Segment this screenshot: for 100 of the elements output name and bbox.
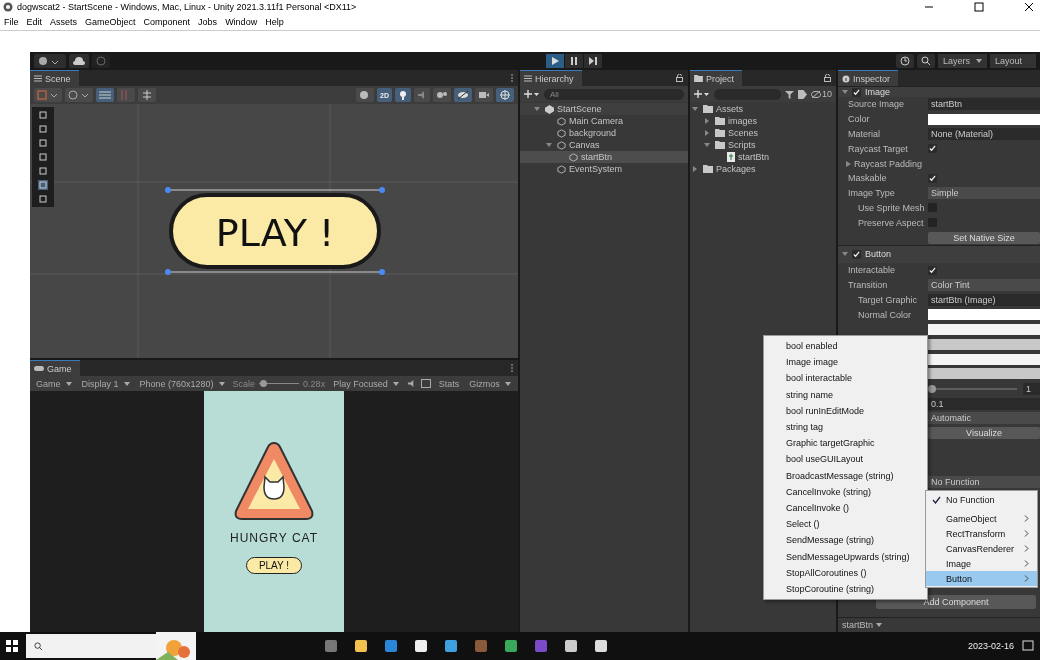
menu-item[interactable]: bool runInEditMode — [764, 402, 927, 419]
color-field[interactable] — [928, 113, 1040, 125]
hierarchy-tab[interactable]: Hierarchy — [520, 70, 582, 86]
menu-item[interactable]: Select () — [764, 516, 927, 533]
component-checkbox[interactable] — [852, 87, 861, 97]
menu-item[interactable]: Button — [926, 571, 1037, 586]
toolbar-dropdown[interactable]: Gizmos — [467, 378, 513, 389]
checkbox[interactable] — [928, 144, 937, 154]
object-field[interactable]: startBtn (Image) — [928, 293, 1040, 306]
add-button[interactable] — [694, 90, 710, 98]
checkbox[interactable] — [928, 265, 937, 275]
menu-item[interactable]: bool interactable — [764, 370, 927, 387]
tree-item[interactable]: Scripts — [728, 140, 836, 150]
tree-item[interactable]: Scenes — [728, 128, 836, 138]
frame-icon[interactable] — [420, 379, 431, 388]
expand-arrow-icon[interactable] — [546, 142, 552, 148]
toolbar-dropdown[interactable]: Game — [34, 378, 74, 389]
tree-item[interactable]: Assets — [716, 104, 836, 114]
slider-handle[interactable] — [928, 384, 936, 393]
gizmo-dropdown[interactable] — [65, 88, 93, 102]
color-field[interactable] — [928, 368, 1040, 380]
account-button[interactable] — [34, 54, 66, 68]
selection-handle[interactable] — [379, 187, 385, 193]
menu-item[interactable]: SendMessage (string) — [764, 532, 927, 549]
menu-item[interactable]: RectTransform — [926, 526, 1037, 541]
menu-item[interactable]: CanvasRenderer — [926, 541, 1037, 556]
number-field[interactable]: 0.1 — [928, 397, 1040, 410]
function-dropdown[interactable]: No Function — [928, 475, 1040, 488]
cloud-button[interactable] — [69, 54, 89, 68]
game-tab[interactable]: Game — [30, 360, 80, 376]
play-button[interactable]: PLAY ! — [245, 557, 303, 574]
dropdown[interactable]: Automatic — [928, 412, 1040, 425]
menu-item[interactable]: StopAllCoroutines () — [764, 564, 927, 581]
menu-item[interactable]: Edit — [26, 17, 43, 27]
taskbar-app-icon[interactable] — [414, 639, 428, 653]
taskbar-app-icon[interactable] — [594, 639, 608, 653]
expand-arrow-icon[interactable] — [704, 118, 710, 124]
foldout-label[interactable]: Raycast Padding — [838, 158, 923, 169]
audio-button[interactable] — [414, 88, 430, 102]
menu-item[interactable]: Jobs — [198, 17, 218, 27]
tree-item[interactable]: background — [569, 128, 688, 138]
add-button[interactable] — [524, 90, 540, 98]
inspector-tab[interactable]: Inspector — [838, 70, 899, 86]
selection-handle[interactable] — [379, 269, 385, 275]
menu-item[interactable]: No Function — [926, 492, 1037, 507]
toolbar-button[interactable]: Stats — [436, 378, 462, 389]
tree-item[interactable]: EventSystem — [569, 164, 688, 174]
expand-arrow-icon[interactable] — [704, 130, 710, 136]
selection-handle[interactable] — [165, 269, 171, 275]
menu-item[interactable]: GameObject — [926, 511, 1037, 526]
dropdown[interactable]: Color Tint — [928, 279, 1040, 292]
menu-item[interactable]: File — [4, 17, 19, 27]
close-icon[interactable] — [1024, 2, 1034, 12]
notification-icon[interactable] — [1022, 640, 1034, 652]
lock-icon[interactable] — [824, 74, 831, 82]
taskbar-app-icon[interactable] — [444, 639, 458, 653]
expand-arrow-icon[interactable] — [842, 89, 848, 95]
menu-item[interactable]: Image — [926, 556, 1037, 571]
scene-tab[interactable]: Scene — [30, 70, 79, 86]
windows-start-icon[interactable] — [6, 640, 18, 652]
menu-item[interactable]: BroadcastMessage (string) — [764, 467, 927, 484]
preview-title[interactable]: startBtn — [842, 620, 882, 630]
effects-button[interactable] — [433, 88, 451, 102]
pause-button[interactable] — [565, 54, 583, 68]
history-button[interactable] — [896, 54, 914, 68]
lock-icon[interactable] — [676, 74, 683, 82]
expand-arrow-icon[interactable] — [704, 142, 710, 148]
lighting-button[interactable] — [395, 88, 411, 102]
toolbar-dropdown[interactable]: Phone (760x1280) — [137, 378, 227, 389]
menu-item[interactable]: Graphic targetGraphic — [764, 435, 927, 452]
search-field[interactable]: All — [544, 88, 684, 100]
component-title[interactable]: Image — [865, 87, 890, 97]
component-title[interactable]: Button — [865, 249, 892, 260]
taskbar-search-field[interactable] — [26, 634, 156, 658]
camera-button[interactable] — [475, 88, 493, 102]
taskbar-app-icon[interactable] — [504, 639, 518, 653]
maximize-icon[interactable] — [974, 2, 984, 12]
menu-item[interactable]: string name — [764, 386, 927, 403]
tree-item[interactable]: Packages — [716, 164, 836, 174]
menu-item[interactable]: CancelInvoke (string) — [764, 483, 927, 500]
object-field[interactable]: startBtn — [928, 98, 1040, 111]
taskbar-app-icon[interactable] — [564, 639, 578, 653]
expand-arrow-icon[interactable] — [692, 106, 698, 112]
checkbox[interactable] — [928, 173, 937, 183]
component-checkbox[interactable] — [852, 249, 861, 259]
speaker-icon[interactable] — [406, 379, 416, 388]
shading-dropdown[interactable] — [356, 88, 375, 102]
toolbar-dropdown[interactable]: Play Focused — [331, 378, 401, 389]
menu-item[interactable]: SendMessageUpwards (string) — [764, 548, 927, 565]
expand-arrow-icon[interactable] — [534, 106, 540, 112]
menu-item[interactable]: Image image — [764, 354, 927, 371]
tree-item[interactable]: Canvas — [569, 140, 688, 150]
inspector-button[interactable]: Set Native Size — [928, 231, 1040, 244]
layers-dropdown[interactable]: Layers — [938, 54, 987, 68]
step-button[interactable] — [584, 54, 602, 68]
menu-item[interactable]: Help — [265, 17, 284, 27]
tree-item[interactable]: startBtn — [738, 152, 836, 162]
taskbar-app-icon[interactable] — [354, 639, 368, 653]
hidden-count-button[interactable]: 10 — [811, 89, 832, 99]
menu-item[interactable]: Component — [143, 17, 191, 27]
